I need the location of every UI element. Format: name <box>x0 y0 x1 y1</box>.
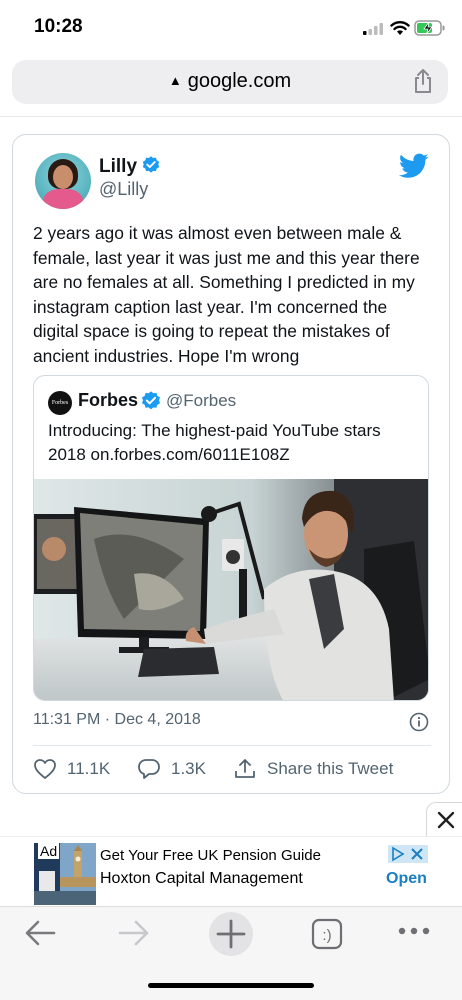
back-arrow-icon[interactable] <box>22 917 58 949</box>
author-handle[interactable]: @Lilly <box>99 179 148 200</box>
adchoices-icon[interactable] <box>388 845 428 863</box>
quoted-tweet-text: Introducing: The highest-paid YouTube st… <box>48 421 381 464</box>
warning-icon: ▲ <box>168 73 182 88</box>
status-time: 10:28 <box>34 16 83 37</box>
more-options-icon[interactable] <box>396 923 432 939</box>
verified-badge-icon <box>142 391 160 410</box>
author-name-row[interactable]: Lilly <box>99 155 161 178</box>
cellular-signal-icon <box>363 23 383 35</box>
url-text: google.com <box>187 70 292 92</box>
tab-switcher-icon[interactable]: :) <box>310 917 344 951</box>
quoted-tweet[interactable]: Forbes Forbes @Forbes Introducing: The h… <box>33 375 429 701</box>
divider <box>0 116 462 117</box>
share-icon[interactable] <box>412 68 434 94</box>
verified-badge-icon <box>142 156 160 173</box>
tweet-actions: 11.1K 1.3K Share this Tweet <box>33 758 431 784</box>
twitter-bird-icon[interactable] <box>399 153 429 179</box>
tweet-card[interactable]: Lilly @Lilly 2 years ago it was almost e… <box>12 134 450 794</box>
home-indicator[interactable] <box>148 983 314 988</box>
status-bar: 10:28 <box>0 0 462 52</box>
url-text-container: ▲ google.com <box>12 70 448 93</box>
ad-banner[interactable]: Ad Get Your Free UK Pension Guide Hoxton… <box>0 836 462 906</box>
youtuber-at-desk-photo <box>34 479 428 700</box>
battery-charging-icon <box>414 20 445 36</box>
close-ad-button[interactable] <box>426 802 462 838</box>
new-tab-plus-icon[interactable] <box>208 911 254 957</box>
info-icon[interactable] <box>409 712 429 732</box>
quoted-author-name[interactable]: Forbes <box>78 390 138 411</box>
avatar[interactable] <box>35 153 91 209</box>
reply-bubble-icon <box>138 759 160 779</box>
reply-count: 1.3K <box>171 759 206 778</box>
ad-open-button[interactable]: Open <box>386 870 427 888</box>
heart-icon <box>34 759 56 779</box>
address-bar[interactable]: ▲ google.com <box>12 60 448 104</box>
close-icon <box>437 811 455 829</box>
quoted-author-handle[interactable]: @Forbes <box>166 391 236 411</box>
ad-company[interactable]: Hoxton Capital Management <box>100 870 303 888</box>
forbes-logo[interactable]: Forbes <box>48 391 72 415</box>
tweet-text: 2 years ago it was almost even between m… <box>33 223 420 366</box>
like-button[interactable]: 11.1K <box>33 758 110 780</box>
author-name[interactable]: Lilly <box>99 156 137 177</box>
share-tweet-label: Share this Tweet <box>267 759 394 778</box>
ad-label: Ad <box>38 843 60 859</box>
quoted-tweet-image[interactable] <box>34 479 428 700</box>
like-count: 11.1K <box>67 759 111 778</box>
tweet-timestamp[interactable]: 11:31 PM · Dec 4, 2018 <box>33 711 201 729</box>
forward-arrow-icon[interactable] <box>116 917 152 949</box>
wifi-icon <box>390 21 410 35</box>
ad-title[interactable]: Get Your Free UK Pension Guide <box>100 847 321 864</box>
reply-button[interactable]: 1.3K <box>137 758 206 780</box>
divider <box>33 745 431 746</box>
share-tweet-button[interactable]: Share this Tweet <box>233 758 393 780</box>
share-arrow-icon <box>235 759 255 778</box>
svg-text::): :) <box>322 927 331 944</box>
